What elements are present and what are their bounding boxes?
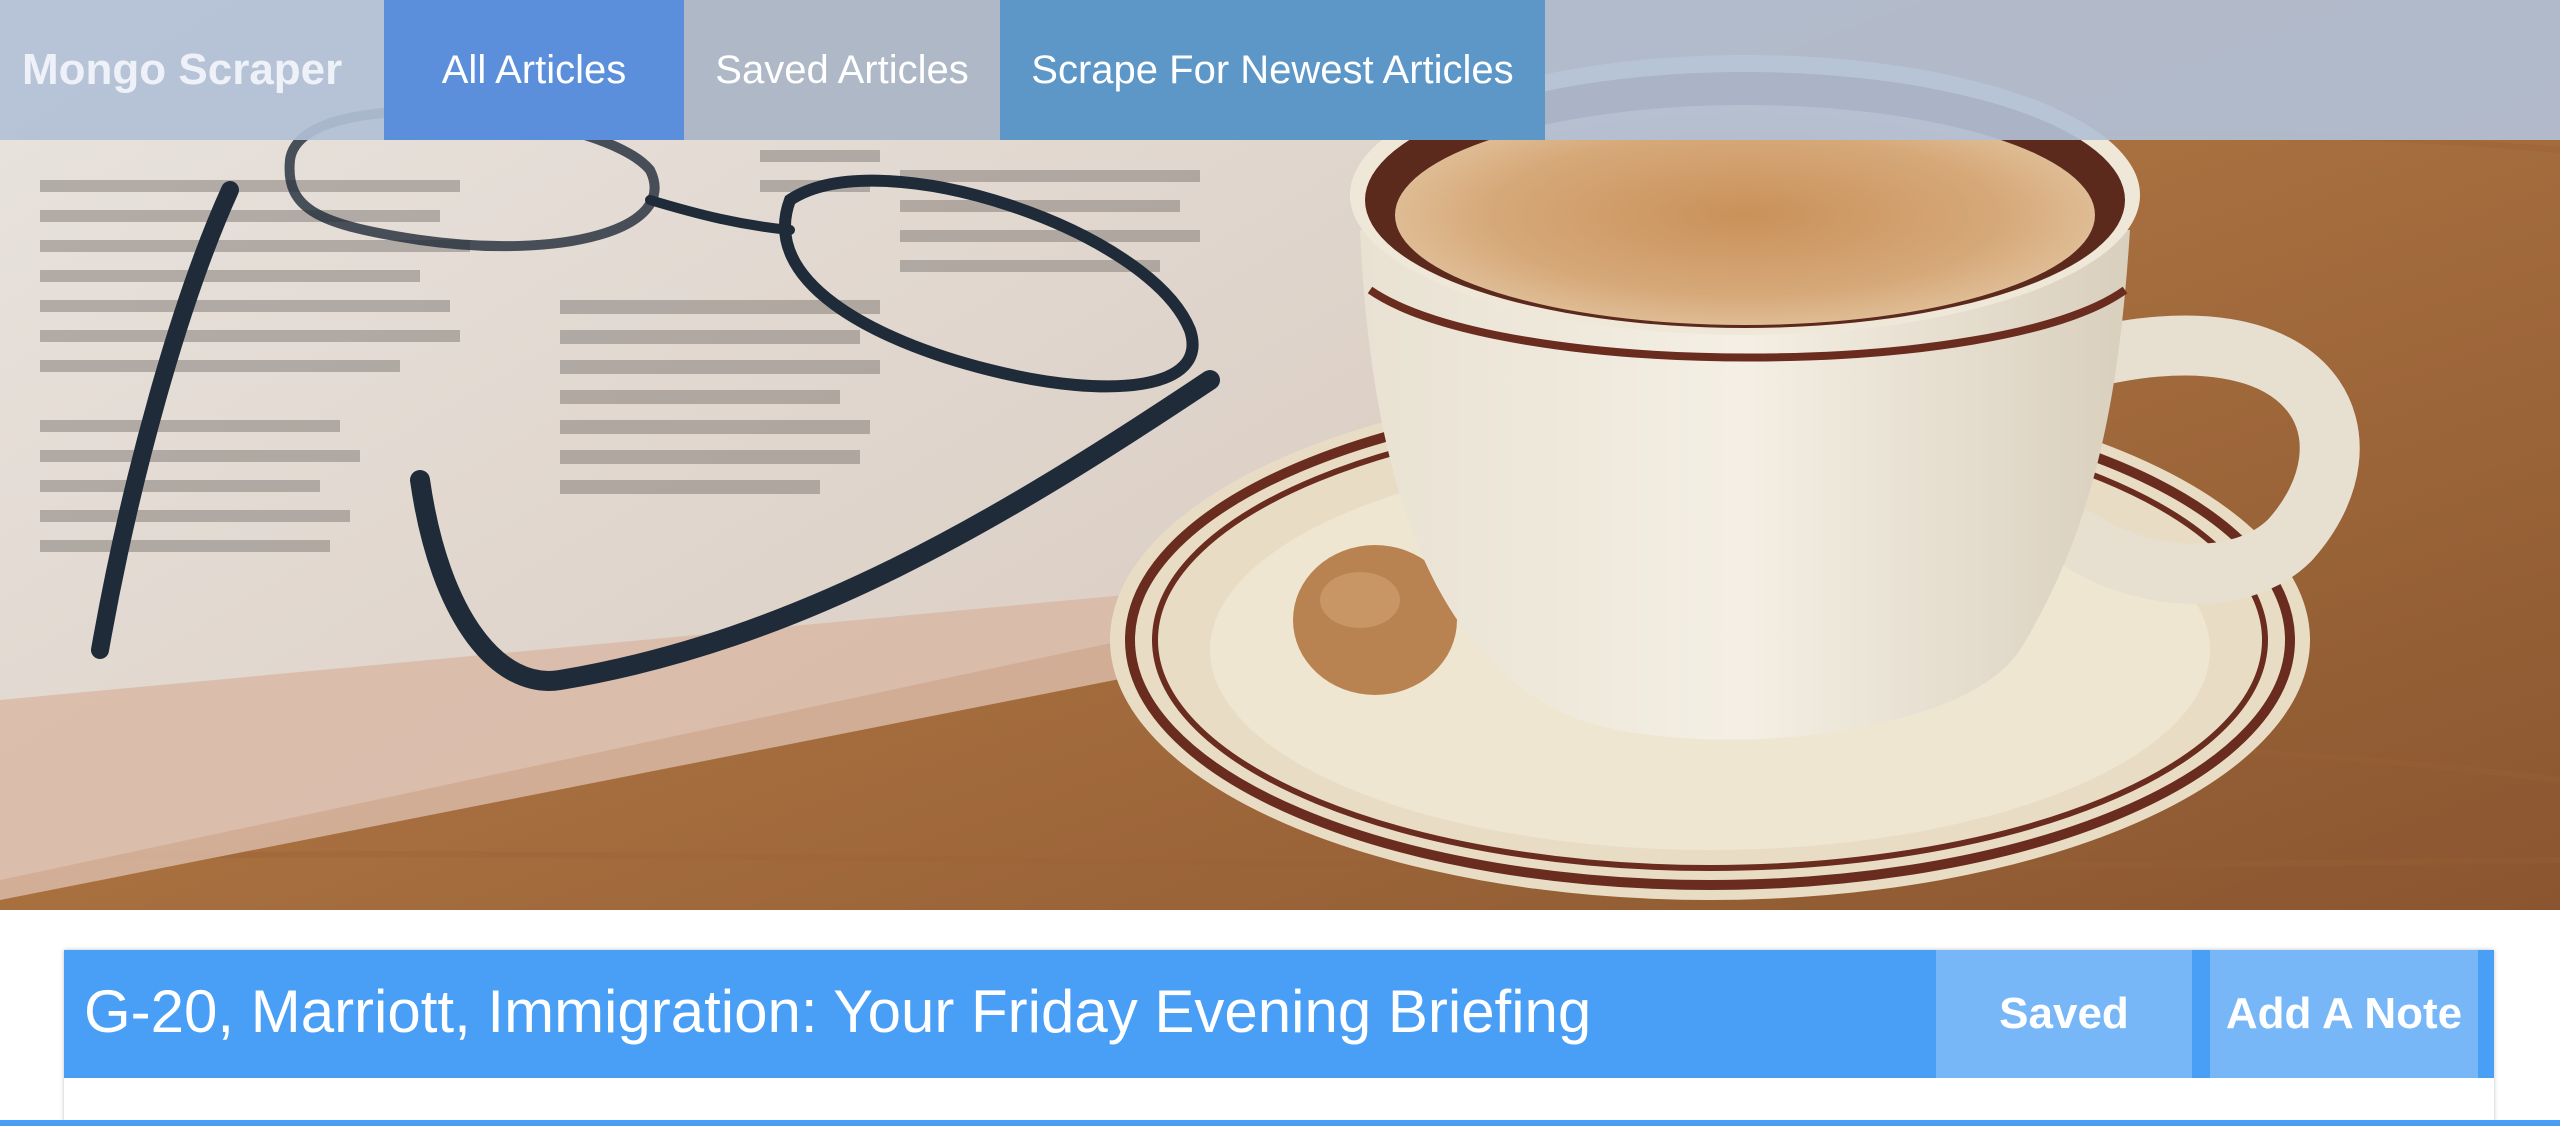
nav-scrape-button[interactable]: Scrape For Newest Articles (1000, 0, 1545, 140)
nav-saved-articles[interactable]: Saved Articles (684, 0, 1000, 140)
article-card: G-20, Marriott, Immigration: Your Friday… (64, 950, 2494, 1126)
navbar: Mongo Scraper All Articles Saved Article… (0, 0, 2560, 140)
brand-logo[interactable]: Mongo Scraper (0, 0, 384, 140)
page: Mongo Scraper All Articles Saved Article… (0, 0, 2560, 1126)
article-card-header: G-20, Marriott, Immigration: Your Friday… (64, 950, 2494, 1078)
add-note-button[interactable]: Add A Note (2210, 950, 2478, 1078)
nav-all-articles[interactable]: All Articles (384, 0, 684, 140)
bottom-divider (0, 1120, 2560, 1126)
article-title[interactable]: G-20, Marriott, Immigration: Your Friday… (84, 950, 1591, 1078)
saved-button[interactable]: Saved (1936, 950, 2192, 1078)
